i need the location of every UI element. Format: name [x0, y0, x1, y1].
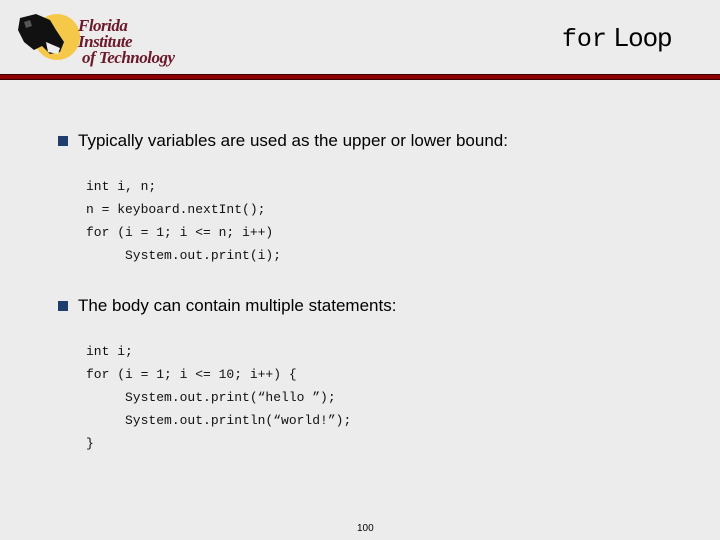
panther-icon	[18, 14, 64, 54]
code-line: int i;	[86, 344, 133, 359]
slide-title: for Loop	[562, 22, 672, 54]
header-divider	[0, 74, 720, 80]
bullet-1: Typically variables are used as the uppe…	[58, 131, 508, 151]
title-word: Loop	[614, 22, 672, 52]
bullet-2: The body can contain multiple statements…	[58, 296, 396, 316]
bullet-1-text: Typically variables are used as the uppe…	[78, 131, 508, 150]
code-line: }	[86, 436, 94, 451]
page-number: 100	[357, 523, 374, 534]
logo-line-2: of Technology	[82, 48, 175, 67]
code-line: System.out.print(“hello ”);	[86, 390, 336, 405]
code-line: n = keyboard.nextInt();	[86, 202, 266, 217]
logo-line-1: Florida Institute	[78, 16, 133, 51]
bullet-square-icon	[58, 301, 68, 311]
code-line: int i, n;	[86, 179, 157, 194]
code-line: System.out.println(“world!”);	[86, 413, 352, 428]
logo-text: Florida Institute of Technology	[78, 16, 182, 67]
university-logo: Florida Institute of Technology	[12, 8, 182, 67]
title-code-keyword: for	[561, 25, 607, 54]
code-line: for (i = 1; i <= 10; i++) {	[86, 367, 297, 382]
bullet-2-text: The body can contain multiple statements…	[78, 296, 397, 315]
bullet-square-icon	[58, 136, 68, 146]
code-line: System.out.print(i);	[86, 248, 282, 263]
code-line: for (i = 1; i <= n; i++)	[86, 225, 274, 240]
